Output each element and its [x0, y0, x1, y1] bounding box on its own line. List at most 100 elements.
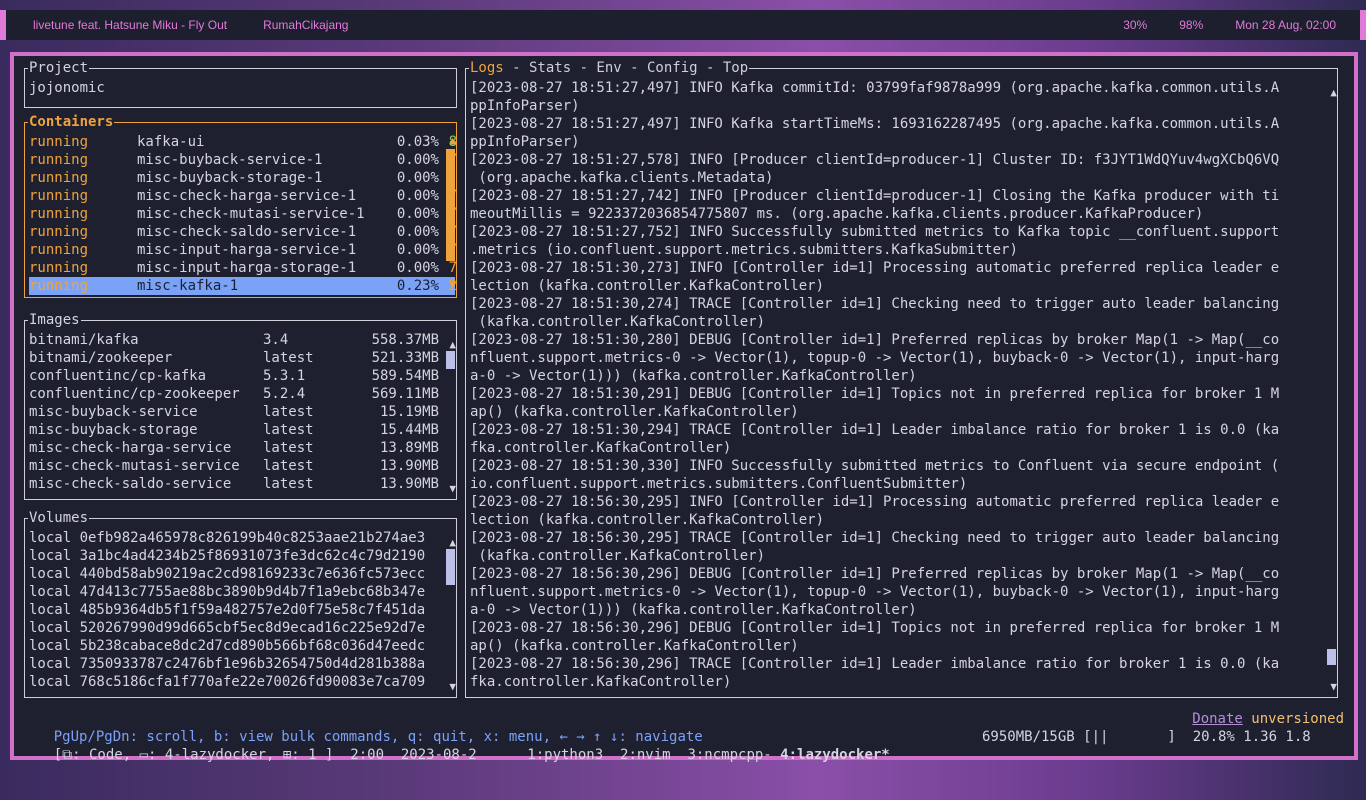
project-panel[interactable]: Project jojonomic — [24, 59, 457, 108]
volume-row[interactable]: local 768c5186cfa1f770afe22e70026fd90083… — [29, 673, 452, 691]
image-row[interactable]: confluentinc/cp-zookeeper 5.2.4 569.11MB — [29, 385, 456, 403]
container-status: running — [29, 188, 89, 204]
container-row[interactable]: runningmisc-check-mutasi-service-10.00%7 — [29, 205, 457, 223]
container-cpu: 0.00% — [396, 170, 439, 186]
log-line: [2023-08-27 18:56:30,296] DEBUG [Control… — [470, 620, 1280, 636]
image-row[interactable]: misc-buyback-storage latest 15.44MB — [29, 421, 456, 439]
log-line: [2023-08-27 18:51:27,497] INFO Kafka com… — [470, 80, 1280, 96]
version-label: unversioned — [1251, 711, 1344, 727]
log-line: [2023-08-27 18:56:30,296] DEBUG [Control… — [470, 566, 1280, 582]
image-tag: latest — [263, 476, 314, 492]
log-line: [2023-08-27 18:51:30,274] TRACE [Control… — [470, 296, 1280, 312]
image-name: bitnami/zookeeper — [29, 350, 173, 366]
volumes-panel[interactable]: Volumes local 0efb982a465978c826199b40c8… — [24, 509, 457, 698]
selected-container-row[interactable]: running misc-kafka-1 0.23% 2 — [29, 277, 457, 295]
logs-tabs[interactable]: Logs - Stats - Env - Config - Top — [469, 59, 750, 77]
scroll-down-icon[interactable]: ▼ — [449, 279, 456, 291]
container-cpu: 0.00% — [396, 242, 439, 258]
container-cpu: 0.23% — [396, 278, 439, 294]
container-status: running — [29, 224, 89, 240]
container-name: misc-kafka-1 — [137, 278, 239, 294]
image-tag: latest — [263, 422, 314, 438]
images-scrollbar[interactable] — [446, 351, 455, 369]
battery-level: 98% — [1179, 18, 1204, 32]
containers-list[interactable]: running kafka-ui 0.03% 8 running misc-buyback… — [29, 133, 457, 295]
container-row[interactable]: runningmisc-buyback-service-10.00%7 — [29, 151, 457, 169]
container-name: misc-buyback-storage-1 — [137, 170, 323, 186]
images-list[interactable]: bitnami/kafka 3.4 558.37MB bitnami/zookeepe… — [29, 331, 456, 493]
container-row[interactable]: runningmisc-input-harga-service-10.00%7 — [29, 241, 457, 259]
log-line: ppInfoParser) — [470, 134, 580, 150]
log-line: io.confluent.support.metrics.submitters.… — [470, 476, 968, 492]
volumes-scrollbar[interactable] — [446, 549, 455, 585]
container-status: running — [29, 260, 89, 276]
container-name: misc-check-saldo-service-1 — [137, 224, 357, 240]
log-line: [2023-08-27 18:56:30,296] TRACE [Control… — [470, 656, 1280, 672]
volumes-list[interactable]: local 0efb982a465978c826199b40c8253aae21… — [29, 529, 456, 691]
panel-title: Containers — [28, 113, 115, 131]
now-playing: livetune feat. Hatsune Miku - Fly Out — [33, 18, 228, 32]
container-row[interactable]: running misc-input-harga-storage-1 0.00% 7 — [29, 259, 457, 277]
volume-row[interactable]: local 3a1bc4ad4234b25f86931073fe3dc62c4c… — [29, 547, 452, 565]
volume-row[interactable]: local 485b9364db5f1f59a482757e2d0f75e58c… — [29, 601, 452, 619]
log-line: [2023-08-27 18:51:30,273] INFO [Controll… — [470, 260, 1280, 276]
image-row[interactable]: misc-check-mutasi-service latest 13.90MB — [29, 457, 456, 475]
tmux-system-stats: 6950MB/15GB [|| ] 20.8% 1.36 1.8 — [982, 729, 1311, 745]
scroll-down-icon[interactable]: ▼ — [449, 681, 456, 693]
image-tag: 3.4 — [263, 332, 289, 348]
logs-panel[interactable]: Logs - Stats - Env - Config - Top [2023-… — [465, 59, 1338, 698]
container-status: running — [29, 206, 89, 222]
log-line: .metrics (io.confluent.support.metrics.s… — [470, 242, 1018, 258]
project-name: jojonomic — [29, 80, 105, 96]
scroll-up-icon[interactable]: ▲ — [449, 339, 456, 351]
hostname: RumahCikajang — [263, 18, 349, 32]
image-tag: 5.3.1 — [263, 368, 306, 384]
container-name: misc-input-harga-service-1 — [137, 242, 357, 258]
containers-scrollbar[interactable] — [446, 149, 455, 261]
logs-scrollbar[interactable] — [1327, 649, 1336, 665]
volume-row[interactable]: local 47d413c7755ae88bc3890b9d4b7f1a9ebc… — [29, 583, 452, 601]
scroll-down-icon[interactable]: ▼ — [1330, 681, 1337, 693]
container-name: misc-check-harga-service-1 — [137, 188, 357, 204]
image-size: 13.89MB — [379, 440, 439, 456]
image-size: 13.90MB — [379, 458, 439, 474]
image-row[interactable]: confluentinc/cp-kafka 5.3.1 589.54MB — [29, 367, 456, 385]
clock: Mon 28 Aug, 02:00 — [1235, 18, 1336, 32]
log-line: [2023-08-27 18:56:30,295] TRACE [Control… — [470, 530, 1280, 546]
containers-panel[interactable]: Containers running kafka-ui 0.03% 8 running m… — [24, 113, 457, 298]
image-row[interactable]: misc-check-saldo-service latest 13.90MB — [29, 475, 456, 493]
container-name: kafka-ui — [137, 134, 205, 150]
image-name: confluentinc/cp-kafka — [29, 368, 207, 384]
image-row[interactable]: misc-check-harga-service latest 13.89MB — [29, 439, 456, 457]
log-line: lection (kafka.controller.KafkaControlle… — [470, 278, 825, 294]
scroll-up-icon[interactable]: ▲ — [449, 135, 456, 147]
tab-others[interactable]: - Stats - Env - Config - Top — [504, 60, 748, 76]
image-name: bitnami/kafka — [29, 332, 139, 348]
image-row[interactable]: bitnami/kafka 3.4 558.37MB — [29, 331, 456, 349]
image-row[interactable]: bitnami/zookeeper latest 521.33MB — [29, 349, 456, 367]
log-line: nfluent.support.metrics-0 -> Vector(1), … — [470, 350, 1280, 366]
volume-row[interactable]: local 0efb982a465978c826199b40c8253aae21… — [29, 529, 452, 547]
log-line: ap() (kafka.controller.KafkaController) — [470, 638, 799, 654]
container-row[interactable]: running misc-buyback-storage-1 0.00% — [29, 169, 456, 187]
scroll-up-icon[interactable]: ▲ — [1330, 87, 1337, 99]
log-line: lection (kafka.controller.KafkaControlle… — [470, 512, 825, 528]
volume-row[interactable]: local 5b238cabace8dc2d7cd890b566bf68c036… — [29, 637, 452, 655]
scroll-up-icon[interactable]: ▲ — [449, 537, 456, 549]
volume-row[interactable]: local 520267990d99d665cbf5ec8d9ecad16c22… — [29, 619, 452, 637]
tmux-active-window[interactable]: 4:lazydocker* — [780, 747, 890, 763]
donate-link[interactable]: Donate — [1192, 711, 1243, 727]
image-row[interactable]: misc-buyback-service latest 15.19MB — [29, 403, 456, 421]
container-row[interactable]: running kafka-ui 0.03% 8 — [29, 133, 457, 151]
container-row[interactable]: runningmisc-check-harga-service-10.00%7 — [29, 187, 457, 205]
images-panel[interactable]: Images bitnami/kafka 3.4 558.37MB bitnami/z… — [24, 311, 457, 500]
image-size: 558.37MB — [371, 332, 439, 348]
tab-logs[interactable]: Logs — [470, 60, 504, 76]
panel-title: Images — [28, 311, 81, 329]
log-line: [2023-08-27 18:51:30,280] DEBUG [Control… — [470, 332, 1280, 348]
scroll-down-icon[interactable]: ▼ — [449, 483, 456, 495]
image-size: 569.11MB — [371, 386, 439, 402]
volume-row[interactable]: local 440bd58ab90219ac2cd98169233c7e636f… — [29, 565, 452, 583]
container-row[interactable]: runningmisc-check-saldo-service-10.00%7 — [29, 223, 457, 241]
volume-row[interactable]: local 7350933787c2476bf1e96b32654750d4d2… — [29, 655, 452, 673]
